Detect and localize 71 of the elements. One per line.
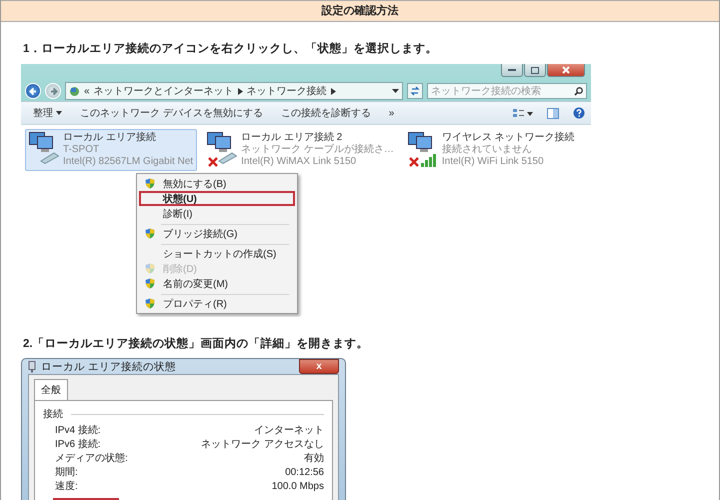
menu-item[interactable]: 名前の変更(M) [139,276,295,291]
breadcrumb-item[interactable]: ネットワークとインターネット [94,84,234,98]
network-icon [69,86,80,96]
connection-status: 接続されていません [442,144,533,156]
field-value: 00:12:56 [285,466,324,479]
dropdown-arrow-icon[interactable] [392,89,399,93]
field-label: IPv6 接続: [55,438,101,451]
chevron-right-icon [330,88,336,94]
view-options-icon[interactable] [513,108,533,118]
step-instruction: 2.「ローカルエリア接続の状態」画面内の「詳細」を開きます。 [22,336,370,351]
toolbar-button[interactable]: このネットワーク デバイスを無効にする [74,104,269,122]
forward-arrow-icon [48,86,58,96]
connection-item[interactable]: ローカル エリア接続 2 ネットワーク ケーブルが接続さ… Intel(R) WiMAX Link 5150 [203,129,398,171]
refresh-icon [410,86,420,96]
page-heading: 設定の確認方法 [1,0,719,22]
field-label: メディアの状態: [55,452,128,465]
maximize-icon [531,66,539,74]
toolbar-button[interactable]: この接続を診断する [274,104,377,122]
connection-name: ローカル エリア接続 2 [241,132,344,144]
connection-name: ワイヤレス ネットワーク接続 [442,132,575,144]
section-label: 接続 [43,408,63,421]
back-button[interactable] [25,83,41,99]
close-button[interactable] [547,64,585,77]
refresh-button[interactable] [407,83,423,99]
minimize-button[interactable] [501,64,523,77]
step-instruction: 1．ローカルエリア接続のアイコンを右クリックし、「状態」を選択します。 [22,41,438,56]
field-value: 有効 [304,452,324,465]
forward-button[interactable] [45,83,61,99]
device-name: Intel(R) WiMAX Link 5150 [241,156,358,168]
shield-icon [145,278,155,289]
minimize-icon [508,69,516,71]
field-label: 速度: [55,480,78,493]
dialog-title: ローカル エリア接続の状態 [41,360,176,374]
shield-icon [145,228,155,239]
menu-item[interactable]: 診断(I) [139,206,295,221]
field-value: ネットワーク アクセスなし [201,438,324,451]
toolbar-button[interactable]: » [382,106,400,120]
shield-icon [145,263,155,274]
network-computers-icon [29,132,59,164]
preview-pane-icon[interactable] [547,108,559,118]
toolbar-button[interactable]: 整理 [27,104,68,122]
connection-item[interactable]: ローカル エリア接続 T-SPOT Intel(R) 82567LM Gigabit Net [25,129,198,171]
connection-item[interactable]: ワイヤレス ネットワーク接続 接続されていません Intel(R) WiFi Link 5150 [404,129,579,171]
maximize-button[interactable] [524,64,546,77]
search-icon [574,86,583,96]
tab[interactable]: 全般 [34,379,68,400]
device-name: Intel(R) 82567LM Gigabit Net [63,156,194,168]
shield-icon [145,178,155,189]
breadcrumb-overflow[interactable]: « [84,86,90,96]
field-label: IPv4 接続: [55,424,101,437]
field-value: インターネット [254,424,324,437]
network-adapter-icon [28,360,36,372]
help-icon[interactable] [573,107,585,119]
connection-name: ローカル エリア接続 [63,132,157,144]
signal-bars-icon [420,153,436,167]
connection-status: ネットワーク ケーブルが接続さ… [241,144,394,156]
close-icon [562,66,570,74]
field-value: 100.0 Mbps [272,480,324,493]
menu-item[interactable]: 状態(U) [139,191,295,206]
search-field[interactable]: ネットワーク接続の検索 [427,83,587,99]
field-label: 期間: [55,466,78,479]
connection-status: T-SPOT [63,144,100,156]
network-computers-icon [207,132,238,164]
shield-icon [145,298,155,309]
breadcrumb-item[interactable]: ネットワーク接続 [246,84,327,98]
menu-item[interactable]: 無効にする(B) [139,176,295,191]
device-name: Intel(R) WiFi Link 5150 [442,156,545,168]
back-arrow-icon [28,86,38,96]
address-bar[interactable]: « ネットワークとインターネット ネットワーク接続 [65,82,403,100]
close-button[interactable]: x [299,359,339,374]
chevron-right-icon [238,88,243,94]
